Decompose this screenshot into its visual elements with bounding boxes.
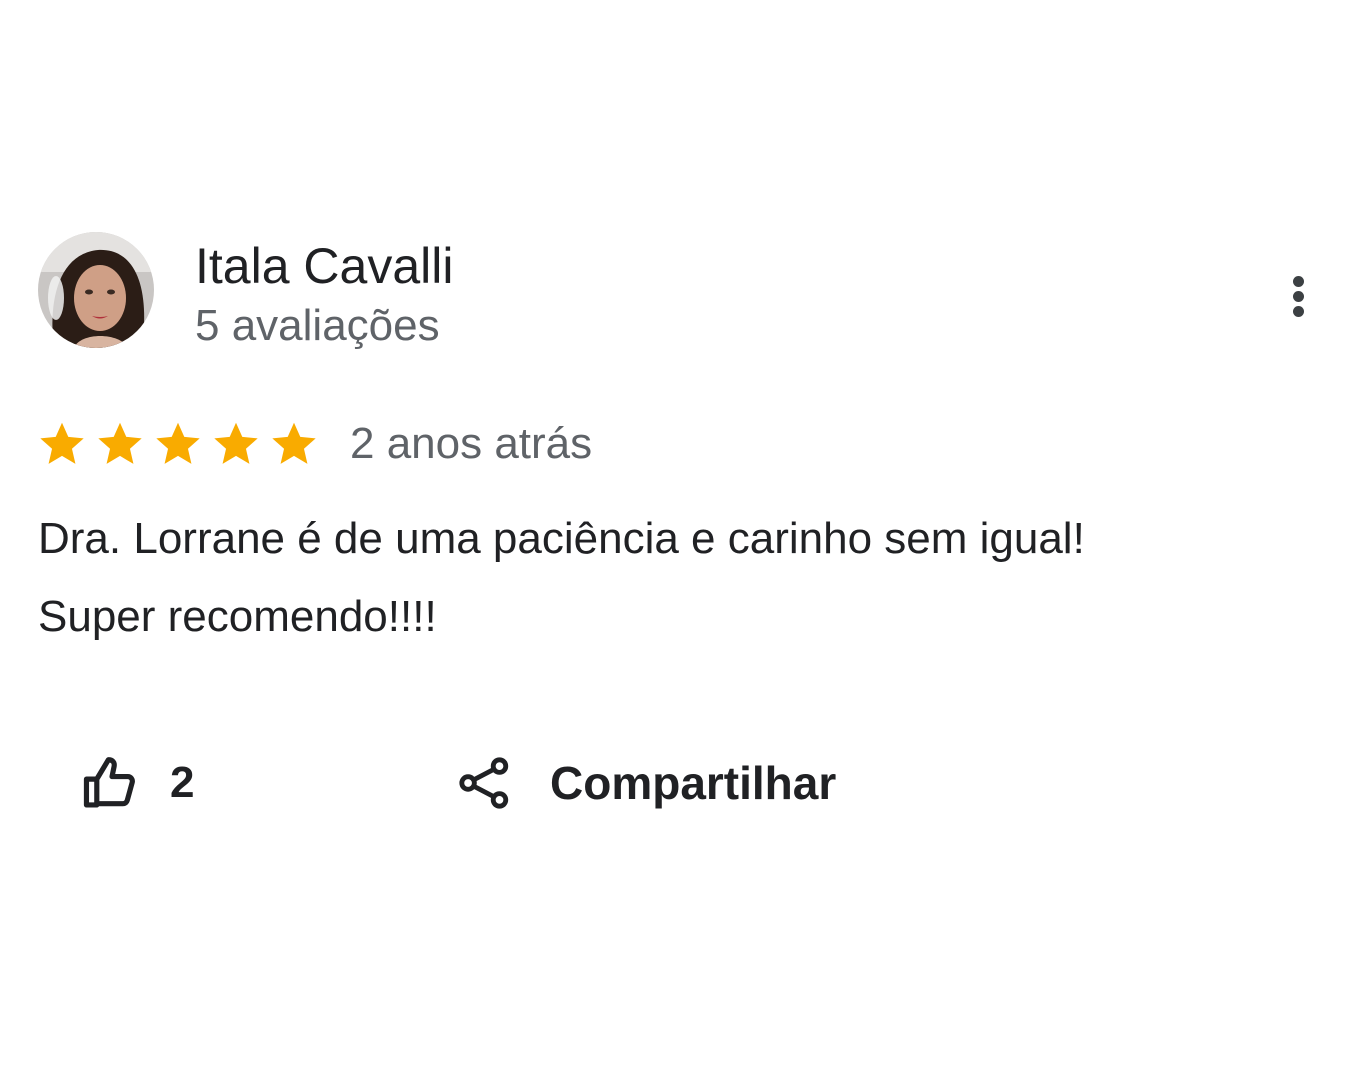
- reviewer-review-count[interactable]: 5 avaliações: [195, 298, 440, 354]
- star-rating: [36, 418, 326, 470]
- share-button[interactable]: Compartilhar: [456, 748, 836, 818]
- thumb-up-icon: [83, 757, 135, 808]
- review-card: Itala Cavalli 5 avaliações 2 anos atrás …: [0, 0, 1350, 1080]
- like-button[interactable]: 2: [80, 748, 194, 818]
- review-text-line: Super recomendo!!!!: [38, 592, 437, 641]
- star-icon: [98, 422, 142, 464]
- star-icon: [40, 422, 84, 464]
- more-options-button[interactable]: [1272, 266, 1324, 326]
- review-date: 2 anos atrás: [350, 419, 593, 468]
- star-icon: [214, 422, 258, 464]
- review-text-line: Dra. Lorrane é de uma paciência e carinh…: [38, 514, 1085, 563]
- share-icon: [459, 757, 509, 809]
- review-text: Dra. Lorrane é de uma paciência e carinh…: [38, 500, 1318, 656]
- star-icon: [156, 422, 200, 464]
- star-icon: [272, 422, 316, 464]
- share-label: Compartilhar: [550, 757, 837, 809]
- more-vert-icon: [1292, 274, 1304, 319]
- like-count: 2: [170, 758, 195, 807]
- avatar-photo: [38, 232, 154, 348]
- reviewer-name[interactable]: Itala Cavalli: [195, 236, 453, 296]
- avatar[interactable]: [38, 232, 154, 348]
- rating-row: 2 anos atrás: [36, 412, 592, 476]
